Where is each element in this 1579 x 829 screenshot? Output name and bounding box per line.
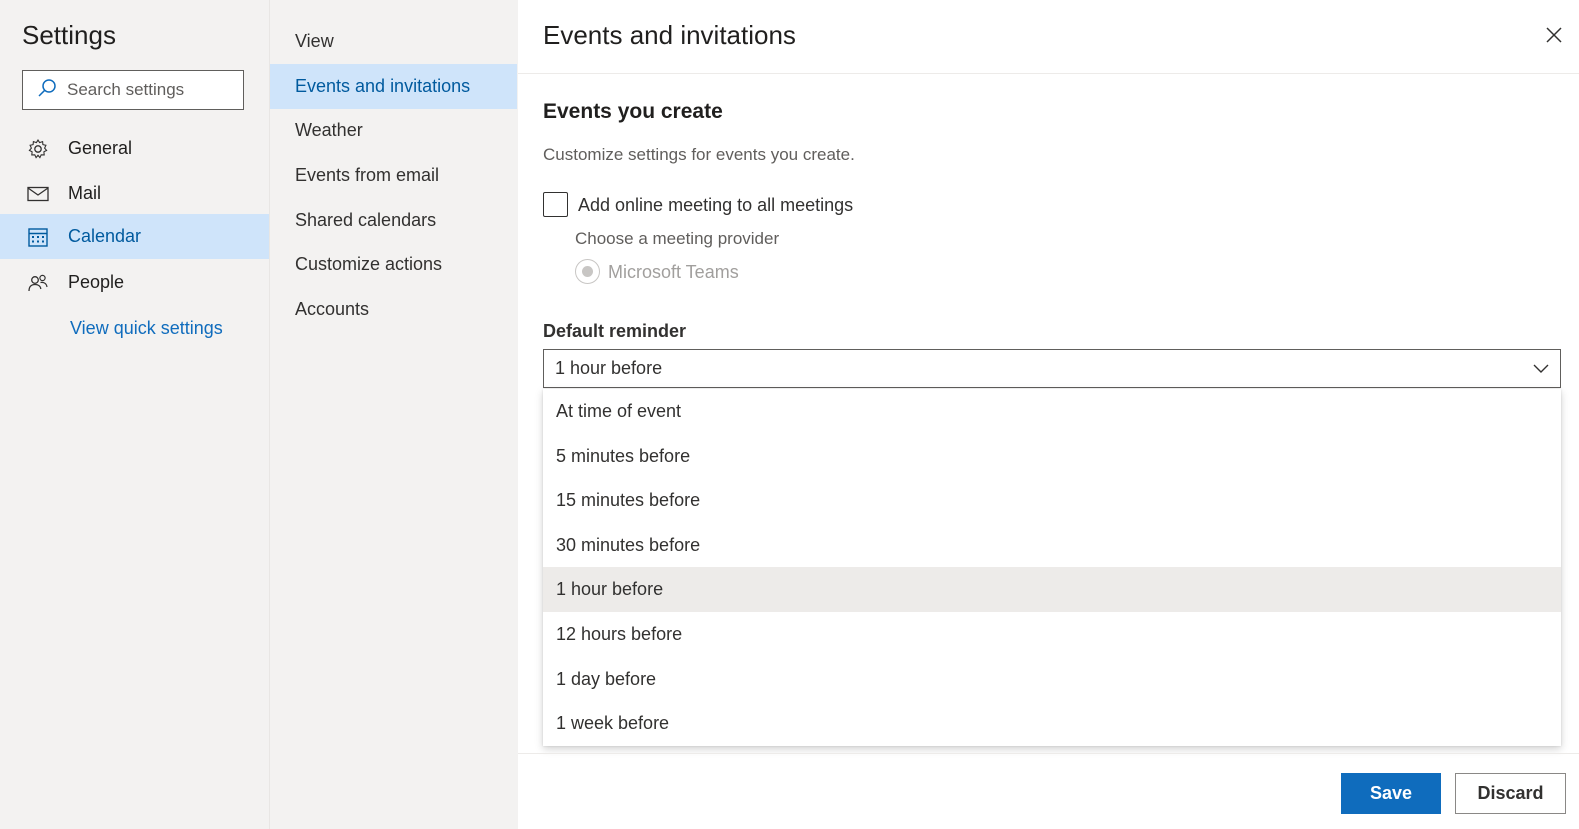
nav-item-label: Calendar [68, 226, 142, 246]
chevron-down-icon [1532, 360, 1550, 383]
section-description: Customize settings for events you create… [543, 145, 855, 164]
search-input[interactable]: Search settings [22, 70, 244, 110]
default-reminder-dropdown[interactable]: 1 hour before [543, 349, 1561, 388]
header-divider [518, 73, 1579, 74]
events-and-invitations-panel: Events and invitations Events you create… [518, 0, 1579, 829]
online-meeting-label[interactable]: Add online meeting to all meetings [578, 195, 853, 216]
option-5-minutes-before[interactable]: 5 minutes before [543, 434, 1561, 479]
reminder-options-menu: At time of event 5 minutes before 15 min… [543, 389, 1561, 746]
option-15-minutes-before[interactable]: 15 minutes before [543, 478, 1561, 523]
mail-icon [26, 182, 50, 206]
online-meeting-checkbox[interactable] [543, 192, 568, 217]
gear-icon [26, 137, 50, 161]
footer-divider [518, 753, 1579, 754]
section-title: Events you create [543, 100, 723, 123]
nav-item-mail[interactable]: Mail [0, 171, 269, 216]
microsoft-teams-label: Microsoft Teams [608, 262, 739, 282]
menu-item-weather[interactable]: Weather [270, 108, 517, 153]
discard-button[interactable]: Discard [1455, 773, 1566, 814]
microsoft-teams-radio [575, 259, 600, 284]
search-placeholder: Search settings [67, 80, 185, 99]
option-12-hours-before[interactable]: 12 hours before [543, 612, 1561, 657]
default-reminder-label: Default reminder [543, 321, 687, 341]
nav-item-calendar[interactable]: Calendar [0, 214, 269, 259]
nav-item-general[interactable]: General [0, 126, 269, 171]
menu-item-events-and-invitations[interactable]: Events and invitations [270, 64, 517, 109]
meeting-provider-label: Choose a meeting provider [575, 229, 780, 248]
nav-item-label: General [68, 138, 133, 158]
option-at-time-of-event[interactable]: At time of event [543, 389, 1561, 434]
radio-dot [582, 266, 593, 277]
nav-item-label: People [68, 272, 125, 292]
menu-item-events-from-email[interactable]: Events from email [270, 153, 517, 198]
calendar-icon [26, 225, 50, 249]
dropdown-value: 1 hour before [555, 358, 663, 378]
nav-item-label: Mail [68, 183, 102, 203]
option-1-hour-before[interactable]: 1 hour before [543, 567, 1561, 612]
settings-title: Settings [22, 20, 116, 50]
save-button[interactable]: Save [1341, 773, 1441, 814]
menu-item-customize-actions[interactable]: Customize actions [270, 242, 517, 287]
menu-item-view[interactable]: View [270, 19, 517, 64]
panel-title: Events and invitations [543, 20, 796, 50]
option-1-week-before[interactable]: 1 week before [543, 701, 1561, 746]
menu-item-shared-calendars[interactable]: Shared calendars [270, 198, 517, 243]
view-quick-settings-link[interactable]: View quick settings [70, 318, 223, 339]
menu-item-accounts[interactable]: Accounts [270, 287, 517, 332]
nav-item-people[interactable]: People [0, 260, 269, 305]
settings-nav-pane: Settings Search settings General Mail Ca… [0, 0, 270, 829]
close-icon[interactable] [1543, 24, 1565, 46]
option-1-day-before[interactable]: 1 day before [543, 657, 1561, 702]
people-icon [26, 271, 50, 295]
search-icon [37, 78, 57, 103]
calendar-settings-menu: View Events and invitations Weather Even… [270, 0, 518, 829]
option-30-minutes-before[interactable]: 30 minutes before [543, 523, 1561, 568]
